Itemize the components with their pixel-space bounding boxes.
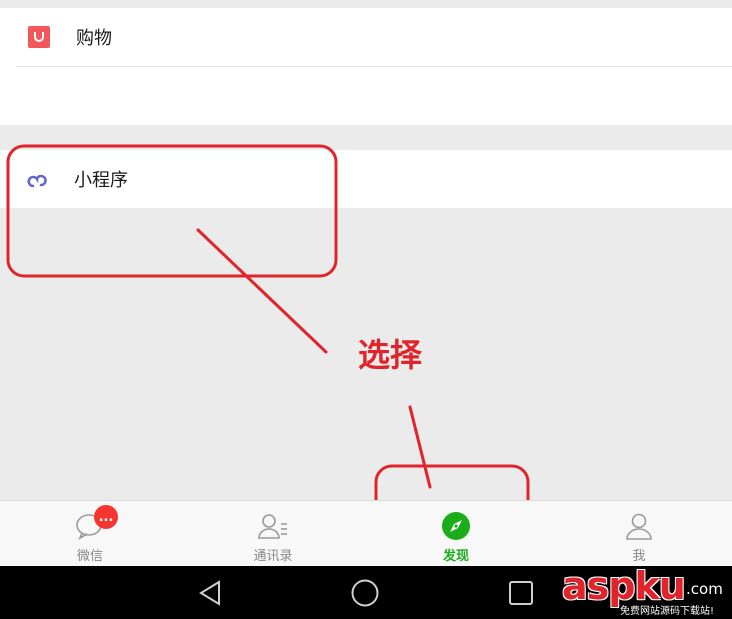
recents-square-icon bbox=[509, 581, 533, 605]
home-circle-icon bbox=[351, 579, 379, 607]
shopping-label: 购物 bbox=[76, 28, 112, 49]
shopping-panel: 购物 bbox=[0, 8, 732, 125]
tab-contacts-label: 通讯录 bbox=[253, 549, 293, 564]
tab-discover[interactable]: 发现 bbox=[396, 501, 516, 567]
tab-chats-label: 微信 bbox=[76, 549, 103, 564]
watermark-domain-suffix: .com bbox=[686, 580, 723, 598]
watermark-tagline: 免费网站源码下载站! bbox=[620, 602, 715, 617]
bottom-tabbar: ... 微信 通讯录 发现 我 bbox=[0, 500, 732, 566]
annotation-select-text: 选择 bbox=[358, 336, 423, 374]
person-icon bbox=[621, 509, 657, 543]
compass-icon bbox=[438, 509, 474, 543]
back-triangle-icon bbox=[199, 580, 220, 606]
annotation-line-lower bbox=[408, 405, 432, 489]
tab-discover-label: 发现 bbox=[442, 549, 469, 564]
recents-button[interactable] bbox=[504, 576, 538, 610]
back-button[interactable] bbox=[193, 576, 227, 610]
miniprogram-label: 小程序 bbox=[74, 170, 128, 191]
tab-me[interactable]: 我 bbox=[579, 501, 699, 567]
watermark-logo-text: aspku bbox=[562, 564, 686, 608]
annotation-line-upper bbox=[196, 228, 328, 354]
tab-contacts[interactable]: 通讯录 bbox=[213, 501, 333, 567]
row-divider bbox=[16, 66, 732, 67]
unread-badge: ... bbox=[94, 505, 118, 529]
shopping-row[interactable]: 购物 bbox=[26, 8, 732, 66]
contacts-icon bbox=[255, 509, 291, 543]
home-button[interactable] bbox=[348, 576, 382, 610]
miniprogram-icon bbox=[24, 166, 50, 192]
tab-chats[interactable]: ... 微信 bbox=[30, 501, 150, 567]
miniprogram-panel: 小程序 bbox=[0, 150, 732, 208]
chat-bubble-icon: ... bbox=[72, 505, 118, 543]
shopping-bag-icon bbox=[26, 24, 52, 50]
tab-me-label: 我 bbox=[632, 549, 646, 564]
miniprogram-row[interactable]: 小程序 bbox=[24, 150, 732, 208]
site-watermark: aspku .com 免费网站源码下载站! bbox=[560, 566, 732, 619]
